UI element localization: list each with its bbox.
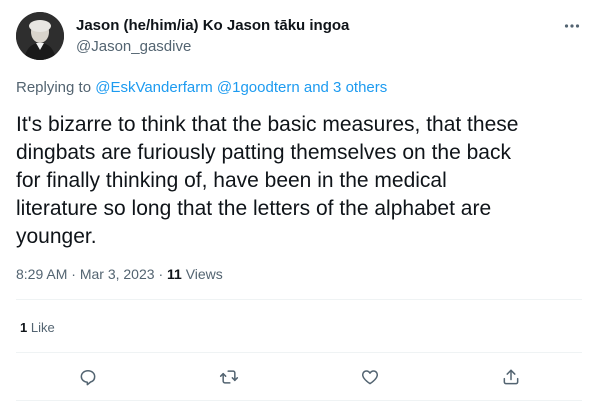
others-link[interactable]: and 3 others	[304, 79, 387, 96]
retweet-button[interactable]	[216, 364, 242, 390]
replying-to: Replying to @EskVanderfarm @1goodtern an…	[16, 79, 387, 96]
mention-link[interactable]: @EskVanderfarm	[95, 79, 213, 96]
reply-button[interactable]	[75, 364, 101, 390]
views-label: Views	[185, 266, 223, 282]
likes-count: 1	[20, 320, 28, 335]
tweet-time[interactable]: 8:29 AM	[16, 266, 67, 282]
author-display-name[interactable]: Jason (he/him/ia) Ko Jason tāku ingoa	[76, 17, 349, 34]
reply-icon	[80, 370, 96, 386]
avatar[interactable]	[16, 12, 64, 60]
tweet-date[interactable]: Mar 3, 2023	[80, 266, 155, 282]
meta-separator: ·	[158, 266, 164, 282]
likes-link[interactable]: 1 Like	[20, 320, 55, 335]
more-icon	[564, 24, 580, 28]
more-button[interactable]	[560, 14, 584, 38]
share-icon	[503, 369, 519, 385]
tweet-meta: 8:29 AM · Mar 3, 2023 · 11 Views	[16, 266, 223, 282]
divider	[16, 299, 582, 300]
heart-icon	[361, 370, 379, 385]
meta-separator: ·	[71, 266, 76, 282]
tweet-text: It's bizarre to think that the basic mea…	[16, 113, 519, 248]
author-handle[interactable]: @Jason_gasdive	[76, 38, 191, 55]
retweet-icon	[219, 370, 239, 384]
divider	[16, 352, 582, 353]
views-count: 11	[167, 266, 182, 282]
mention-link[interactable]: @1goodtern	[217, 79, 300, 96]
share-button[interactable]	[498, 364, 524, 390]
like-button[interactable]	[357, 364, 383, 390]
replying-prefix: Replying to	[16, 79, 92, 96]
likes-label: Like	[30, 320, 55, 335]
